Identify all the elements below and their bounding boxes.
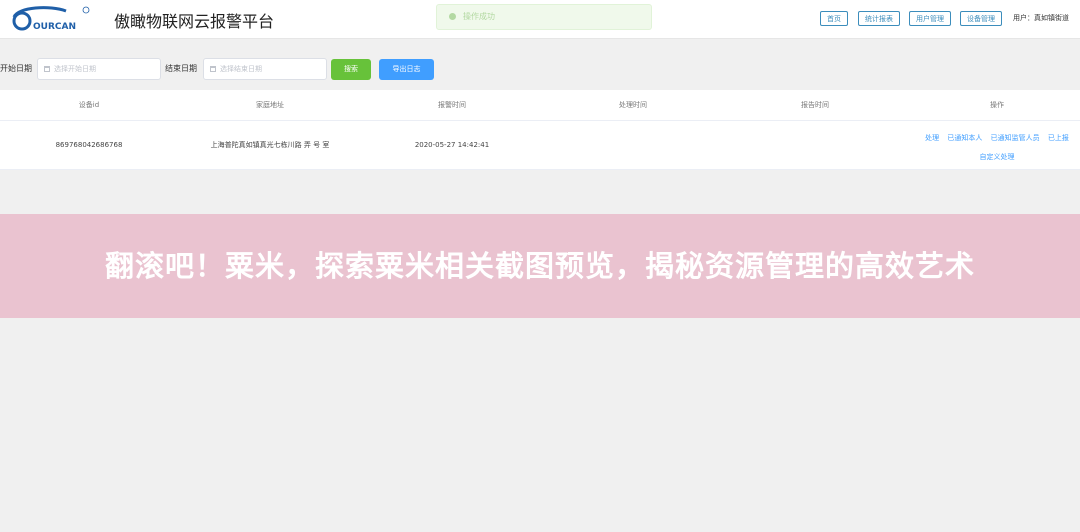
export-log-button[interactable]: 导出日志	[379, 59, 434, 80]
table-header: 设备id 家庭地址 报警时间 处理时间 报告时间 操作	[0, 90, 1080, 121]
end-date-picker[interactable]	[203, 58, 327, 80]
cell-report-time	[724, 121, 906, 169]
nav-devices-button[interactable]: 设备管理	[960, 11, 1002, 26]
end-date-label: 结束日期	[165, 64, 197, 73]
ourcan-logo: OURCAN	[12, 6, 90, 32]
column-header-report-time: 报告时间	[801, 101, 829, 109]
column-header-alarm-time: 报警时间	[438, 101, 466, 109]
notified-supervisor-link[interactable]: 已通知监管人员	[991, 134, 1040, 142]
check-circle-icon	[449, 13, 456, 20]
start-date-label: 开始日期	[0, 64, 32, 73]
cell-address: 上海普陀真如镇真光七栋川路 弄 号 室	[210, 141, 330, 149]
filter-bar: 开始日期 结束日期 搜索 导出日志	[0, 56, 1080, 82]
handle-link[interactable]: 处理	[925, 134, 939, 142]
cell-handle-time	[542, 121, 724, 169]
success-toast: 操作成功	[436, 4, 652, 30]
cell-alarm-time: 2020-05-27 14:42:41	[414, 141, 490, 149]
toast-message: 操作成功	[463, 12, 495, 21]
search-button[interactable]: 搜索	[331, 59, 371, 80]
column-header-handle-time: 处理时间	[619, 101, 647, 109]
column-header-address: 家庭地址	[256, 101, 284, 109]
nav-stats-button[interactable]: 统计报表	[858, 11, 900, 26]
alarm-table: 设备id 家庭地址 报警时间 处理时间 报告时间 操作 869768042686…	[0, 90, 1080, 170]
nav-home-button[interactable]: 首页	[820, 11, 848, 26]
cell-actions: 处理 已通知本人 已通知监管人员 已上报 自定义处理	[914, 129, 1080, 167]
overlay-banner: 翻滚吧！粟米，探索粟米相关截图预览，揭秘资源管理的高效艺术	[0, 214, 1080, 318]
end-date-input[interactable]	[220, 62, 320, 76]
cell-device-id: 869768042686768	[55, 141, 123, 149]
reported-link[interactable]: 已上报	[1048, 134, 1069, 142]
column-header-actions: 操作	[990, 101, 1004, 109]
calendar-icon	[210, 66, 216, 72]
table-row: 869768042686768 上海普陀真如镇真光七栋川路 弄 号 室 2020…	[0, 121, 1080, 170]
app-title: 傲瞰物联网云报警平台	[114, 12, 275, 31]
start-date-picker[interactable]	[37, 58, 161, 80]
nav-users-button[interactable]: 用户管理	[909, 11, 951, 26]
column-header-device-id: 设备id	[78, 101, 100, 109]
current-user-label: 用户：真如镇街道	[1013, 14, 1069, 22]
custom-handle-link[interactable]: 自定义处理	[980, 153, 1015, 161]
top-header: OURCAN 傲瞰物联网云报警平台 操作成功 首页 统计报表 用户管理 设备管理…	[0, 0, 1080, 39]
calendar-icon	[44, 66, 50, 72]
banner-text: 翻滚吧！粟米，探索粟米相关截图预览，揭秘资源管理的高效艺术	[104, 249, 975, 283]
start-date-input[interactable]	[54, 62, 154, 76]
logo-text: OURCAN	[33, 22, 76, 32]
notified-owner-link[interactable]: 已通知本人	[947, 134, 982, 142]
